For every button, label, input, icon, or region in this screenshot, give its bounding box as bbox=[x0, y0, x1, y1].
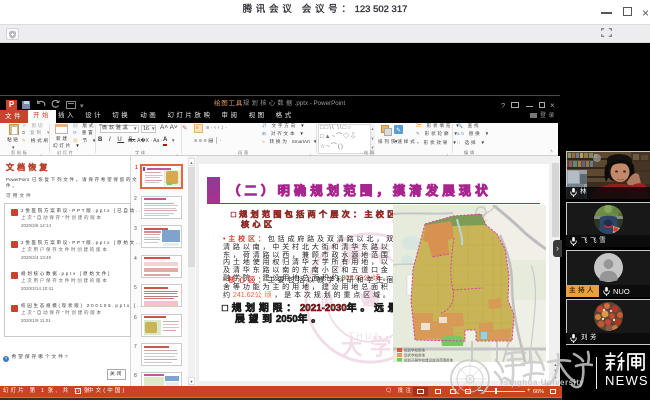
svg-text:规划开展学校建设监测范围用地: 规划开展学校建设监测范围用地 bbox=[404, 358, 453, 363]
svg-text:规划学校用地: 规划学校用地 bbox=[404, 348, 425, 353]
svg-text:T H U A: T H U A bbox=[349, 331, 380, 341]
svg-text:现状学校用地: 现状学校用地 bbox=[404, 353, 425, 358]
